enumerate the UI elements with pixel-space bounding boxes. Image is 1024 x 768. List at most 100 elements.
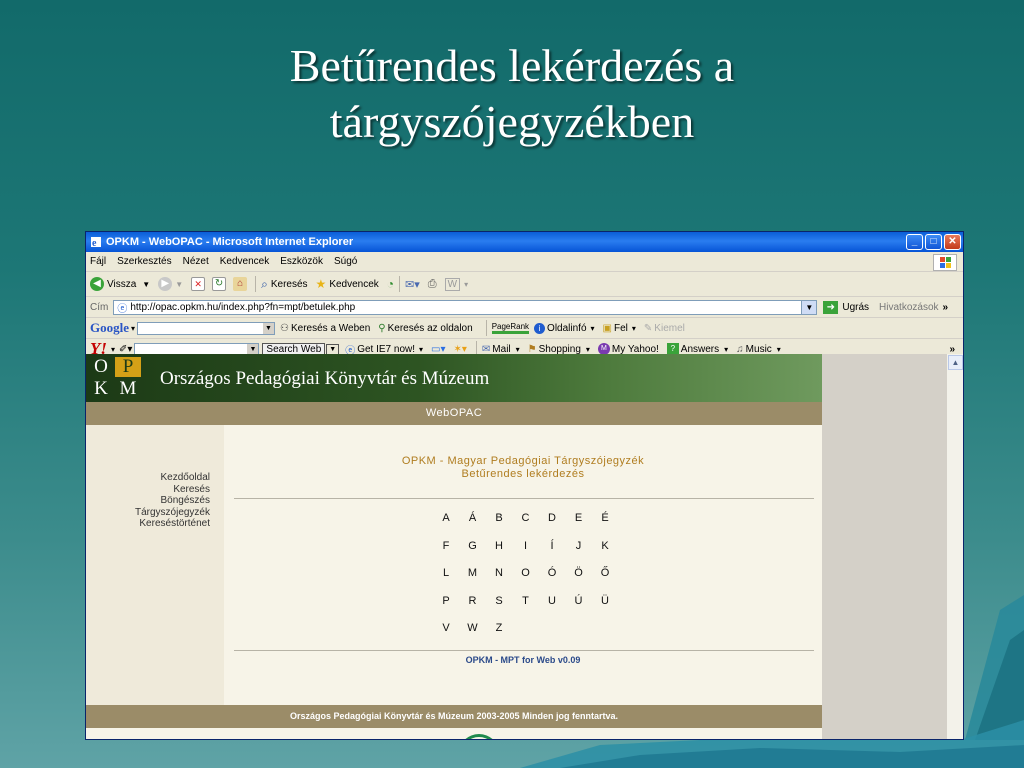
highlighter-icon: ✎ [643, 322, 653, 334]
nav-thesaurus[interactable]: Tárgyszójegyzék [86, 507, 224, 519]
search-button[interactable]: ⌕ Keresés [261, 277, 307, 292]
letter-link[interactable]: Ú [570, 595, 588, 607]
yahoo-shopping-dropdown-icon[interactable]: ▾ [586, 345, 590, 354]
yahoo-shopping-label: Shopping [538, 343, 581, 355]
letter-link[interactable]: Ü [596, 595, 614, 607]
google-search-input[interactable]: ▼ [137, 321, 276, 335]
yahoo-music-dropdown-icon[interactable]: ▾ [777, 345, 781, 354]
letter-link[interactable]: Z [490, 622, 508, 634]
mail-icon[interactable]: ✉▾ [405, 278, 420, 291]
stop-icon[interactable]: ✕ [191, 277, 206, 291]
letter-link[interactable]: Á [464, 512, 482, 524]
edit-dropdown-icon[interactable]: ▾ [464, 280, 468, 289]
google-dropdown-icon[interactable]: ▾ [131, 324, 135, 333]
search-icon: ⌕ [261, 276, 268, 291]
google-search-site-button[interactable]: ⚲ Keresés az oldalon [378, 323, 472, 334]
refresh-icon[interactable]: ↻ [212, 277, 227, 291]
letter-link[interactable]: G [464, 540, 482, 552]
letter-link[interactable]: Ó [543, 567, 561, 579]
google-search-dropdown-icon[interactable]: ▼ [263, 322, 275, 334]
maximize-icon[interactable]: □ [925, 234, 942, 250]
print-icon[interactable]: ⎙ [428, 278, 437, 291]
letter-link[interactable]: W [464, 622, 482, 634]
pencil-icon[interactable]: ✐▾ [119, 344, 132, 355]
address-input[interactable]: ⓔ http://opac.opkm.hu/index.php?fn=mpt/b… [113, 299, 818, 315]
up-dropdown-icon[interactable]: ▾ [632, 324, 636, 333]
menu-edit[interactable]: Szerkesztés [117, 256, 171, 267]
nav-browse[interactable]: Böngészés [86, 495, 224, 507]
home-icon[interactable]: ⌂ [233, 277, 248, 291]
get-ie7-dropdown-icon[interactable]: ▾ [419, 345, 423, 354]
letter-link[interactable]: Ő [596, 567, 614, 579]
yahoo-search-dropdown-button[interactable]: ▼ [326, 343, 340, 355]
letter-link[interactable]: S [490, 595, 508, 607]
address-dropdown-icon[interactable]: ▼ [801, 300, 817, 314]
yahoo-search-dropdown-icon[interactable]: ▼ [247, 343, 259, 355]
minimize-icon[interactable]: _ [906, 234, 923, 250]
page-info-dropdown-icon[interactable]: ▾ [591, 324, 595, 333]
menu-view[interactable]: Nézet [183, 256, 209, 267]
letter-link[interactable]: K [596, 540, 614, 552]
nav-home[interactable]: Kezdőoldal [86, 472, 224, 484]
highlight-button[interactable]: ✎ Kiemel [644, 323, 685, 334]
yahoo-music-button[interactable]: ♫ Music ▾ [736, 344, 781, 355]
google-logo[interactable]: Google [90, 320, 129, 336]
nav-search-history[interactable]: Kereséstörténet [86, 518, 224, 530]
menu-help[interactable]: Súgó [334, 256, 357, 267]
letter-link[interactable]: J [570, 540, 588, 552]
scroll-up-icon[interactable]: ▲ [948, 355, 963, 370]
back-dropdown-icon[interactable]: ▼ [142, 280, 150, 289]
letter-link[interactable]: L [437, 567, 455, 579]
links-more[interactable]: » [943, 302, 949, 313]
bookmark-icon[interactable]: ▭▾ [431, 344, 445, 355]
letter-link[interactable]: V [437, 622, 455, 634]
menu-favorites[interactable]: Kedvencek [220, 256, 269, 267]
forward-button[interactable]: ▶ ▼ [158, 277, 183, 291]
yahoo-answers-dropdown-icon[interactable]: ▾ [724, 345, 728, 354]
letter-link[interactable]: E [570, 512, 588, 524]
letter-link[interactable]: I [517, 540, 535, 552]
letter-link[interactable]: P [437, 595, 455, 607]
google-search-web-button[interactable]: ⚇ Keresés a Weben [280, 323, 370, 334]
ie-page-icon: e [90, 236, 102, 249]
yahoo-shopping-button[interactable]: ⚑ Shopping ▾ [528, 344, 590, 355]
letter-link[interactable]: C [517, 512, 535, 524]
opkm-banner: O P K M Országos Pedagógiai Könyvtár és … [86, 354, 822, 402]
letter-link[interactable]: R [464, 595, 482, 607]
menu-file[interactable]: Fájl [90, 256, 106, 267]
yahoo-mail-button[interactable]: ✉ Mail ▾ [482, 344, 520, 355]
menu-tools[interactable]: Eszközök [280, 256, 323, 267]
letter-link[interactable]: D [543, 512, 561, 524]
page-info-button[interactable]: i Oldalinfó ▾ [534, 322, 595, 334]
nav-search[interactable]: Keresés [86, 484, 224, 496]
my-yahoo-label: My Yahoo! [611, 343, 659, 355]
letter-link[interactable]: H [490, 540, 508, 552]
letter-link[interactable]: M [464, 567, 482, 579]
back-button[interactable]: ◀ Vissza ▼ [90, 277, 150, 291]
close-icon[interactable]: ✕ [944, 234, 961, 250]
forward-dropdown-icon[interactable]: ▼ [175, 280, 183, 289]
yahoo-smiley-icon[interactable]: ✶▾ [454, 344, 467, 355]
slide-title-line1: Betűrendes lekérdezés a [289, 40, 735, 91]
letter-link[interactable]: N [490, 567, 508, 579]
history-icon[interactable]: ◔ [387, 277, 394, 291]
edit-word-icon[interactable]: W [444, 277, 461, 291]
yahoo-mail-dropdown-icon[interactable]: ▾ [516, 345, 520, 354]
yahoo-more[interactable]: » [949, 344, 955, 355]
letter-link[interactable]: É [596, 512, 614, 524]
yahoo-answers-label: Answers [680, 343, 720, 355]
yahoo-dropdown-icon[interactable]: ▾ [111, 345, 115, 354]
letter-link[interactable]: Ö [570, 567, 588, 579]
letter-link[interactable]: F [437, 540, 455, 552]
letter-link[interactable]: Í [543, 540, 561, 552]
favorites-button[interactable]: ★ Kedvencek [316, 277, 379, 291]
letter-link[interactable]: O [517, 567, 535, 579]
links-label[interactable]: Hivatkozások [879, 302, 938, 313]
letter-link[interactable]: B [490, 512, 508, 524]
letter-link[interactable]: T [517, 595, 535, 607]
letter-link[interactable]: A [437, 512, 455, 524]
vertical-scrollbar[interactable]: ▲ [946, 354, 963, 739]
go-button[interactable]: ➜ Ugrás [823, 300, 869, 314]
up-button[interactable]: ▣ Fel ▾ [603, 323, 636, 334]
letter-link[interactable]: U [543, 595, 561, 607]
